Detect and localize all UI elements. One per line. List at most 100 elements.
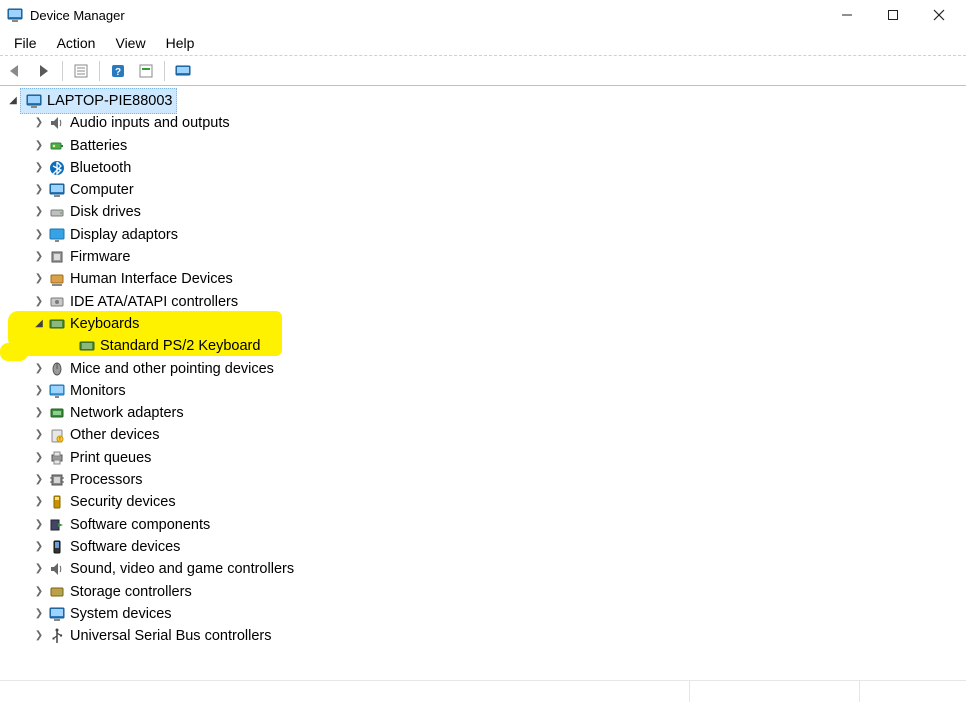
computer-icon — [48, 181, 66, 199]
remote-computer-button[interactable] — [171, 59, 195, 83]
status-pane — [860, 681, 966, 702]
tree-category[interactable]: ❯Print queues — [4, 447, 966, 469]
tree-category[interactable]: ❯ Sound, video and game controllers — [4, 558, 966, 580]
computer-icon — [25, 92, 43, 110]
caret-closed-icon[interactable]: ❯ — [32, 206, 46, 220]
caret-closed-icon[interactable]: ❯ — [32, 607, 46, 621]
tree-category-label: Firmware — [70, 246, 130, 268]
menubar: File Action View Help — [0, 30, 966, 56]
tree-category[interactable]: ❯ Software devices — [4, 536, 966, 558]
minimize-button[interactable] — [824, 0, 870, 30]
caret-closed-icon[interactable]: ❯ — [32, 429, 46, 443]
caret-closed-icon[interactable]: ❯ — [32, 406, 46, 420]
toolbar-separator — [62, 61, 63, 81]
ide-icon — [48, 293, 66, 311]
tree-category[interactable]: ❯ IDE ATA/ATAPI controllers — [4, 291, 966, 313]
menu-view[interactable]: View — [105, 33, 155, 53]
tree-category[interactable]: ❯ Display adaptors — [4, 224, 966, 246]
usb-icon — [48, 627, 66, 645]
tree-category[interactable]: ❯ Security devices — [4, 491, 966, 513]
tree-category[interactable]: ❯ Firmware — [4, 246, 966, 268]
caret-closed-icon[interactable]: ❯ — [32, 518, 46, 532]
forward-button[interactable] — [32, 59, 56, 83]
tree-category[interactable]: ❯ Bluetooth — [4, 157, 966, 179]
tree-category-label: Security devices — [70, 491, 176, 513]
tree-root[interactable]: ◢ LAPTOP-PIE88003 — [4, 90, 966, 112]
tree-category[interactable]: ❯Software components — [4, 514, 966, 536]
system-icon — [48, 605, 66, 623]
tree-category-label: System devices — [70, 603, 172, 625]
tree-category[interactable]: ❯ Disk drives — [4, 201, 966, 223]
window-title: Device Manager — [30, 8, 125, 23]
swdev-icon — [48, 538, 66, 556]
caret-closed-icon[interactable]: ❯ — [32, 228, 46, 242]
tree-root-label: LAPTOP-PIE88003 — [47, 90, 172, 112]
app-icon — [6, 6, 24, 24]
tree-category-label: Display adaptors — [70, 224, 178, 246]
caret-closed-icon[interactable]: ❯ — [32, 585, 46, 599]
disk-icon — [48, 204, 66, 222]
caret-closed-icon[interactable]: ❯ — [32, 139, 46, 153]
tree-category-label: Sound, video and game controllers — [70, 558, 294, 580]
menu-file[interactable]: File — [4, 33, 47, 53]
tree-device-label: Standard PS/2 Keyboard — [100, 335, 260, 357]
scan-hardware-button[interactable] — [134, 59, 158, 83]
caret-closed-icon[interactable]: ❯ — [32, 250, 46, 264]
tree-category-label: Human Interface Devices — [70, 268, 233, 290]
tree-category[interactable]: ❯ Audio inputs and outputs — [4, 112, 966, 134]
device-tree[interactable]: ◢LAPTOP-PIE88003❯Audio inputs and output… — [0, 86, 966, 680]
caret-closed-icon[interactable]: ❯ — [32, 161, 46, 175]
tree-category[interactable]: ❯Computer — [4, 179, 966, 201]
menu-help[interactable]: Help — [156, 33, 205, 53]
tree-category-label: Disk drives — [70, 201, 141, 223]
tree-category[interactable]: ❯ Human Interface Devices — [4, 268, 966, 290]
tree-category[interactable]: ❯ Monitors — [4, 380, 966, 402]
tree-category-label: Software devices — [70, 536, 180, 558]
tree-category-label: Audio inputs and outputs — [70, 112, 230, 134]
caret-open-icon[interactable]: ◢ — [6, 94, 20, 108]
tree-category-label: Batteries — [70, 135, 127, 157]
caret-closed-icon[interactable]: ❯ — [32, 495, 46, 509]
keyboard-icon — [48, 315, 66, 333]
toolbar-separator — [164, 61, 165, 81]
tree-category[interactable]: ❯Processors — [4, 469, 966, 491]
tree-device[interactable]: Standard PS/2 Keyboard — [4, 335, 966, 357]
tree-category[interactable]: ◢Keyboards — [4, 313, 966, 335]
back-button[interactable] — [4, 59, 28, 83]
caret-closed-icon[interactable]: ❯ — [32, 116, 46, 130]
caret-closed-icon[interactable]: ❯ — [32, 540, 46, 554]
printer-icon — [48, 449, 66, 467]
tree-category-label: Bluetooth — [70, 157, 131, 179]
tree-category-label: IDE ATA/ATAPI controllers — [70, 291, 238, 313]
caret-open-icon[interactable]: ◢ — [32, 317, 46, 331]
security-icon — [48, 493, 66, 511]
close-button[interactable] — [916, 0, 962, 30]
status-pane — [690, 681, 860, 702]
swcomp-icon — [48, 516, 66, 534]
titlebar: Device Manager — [0, 0, 966, 30]
caret-closed-icon[interactable]: ❯ — [32, 183, 46, 197]
caret-closed-icon[interactable]: ❯ — [32, 562, 46, 576]
caret-closed-icon[interactable]: ❯ — [32, 384, 46, 398]
caret-closed-icon[interactable]: ❯ — [32, 295, 46, 309]
tree-category[interactable]: ❯Network adapters — [4, 402, 966, 424]
mouse-icon — [48, 360, 66, 378]
caret-closed-icon[interactable]: ❯ — [32, 451, 46, 465]
properties-button[interactable] — [69, 59, 93, 83]
caret-closed-icon[interactable]: ❯ — [32, 629, 46, 643]
help-button[interactable] — [106, 59, 130, 83]
status-pane — [0, 681, 690, 702]
menu-action[interactable]: Action — [47, 33, 106, 53]
tree-category[interactable]: ❯Universal Serial Bus controllers — [4, 625, 966, 647]
tree-category[interactable]: ❯ System devices — [4, 603, 966, 625]
maximize-button[interactable] — [870, 0, 916, 30]
caret-closed-icon[interactable]: ❯ — [32, 273, 46, 287]
monitor-icon — [48, 382, 66, 400]
tree-category[interactable]: ❯Storage controllers — [4, 581, 966, 603]
tree-category[interactable]: ❯Mice and other pointing devices — [4, 358, 966, 380]
caret-closed-icon[interactable]: ❯ — [32, 473, 46, 487]
caret-closed-icon[interactable]: ❯ — [32, 362, 46, 376]
tree-category[interactable]: ❯ Batteries — [4, 135, 966, 157]
tree-category[interactable]: ❯Other devices — [4, 424, 966, 446]
tree-category-label: Monitors — [70, 380, 126, 402]
